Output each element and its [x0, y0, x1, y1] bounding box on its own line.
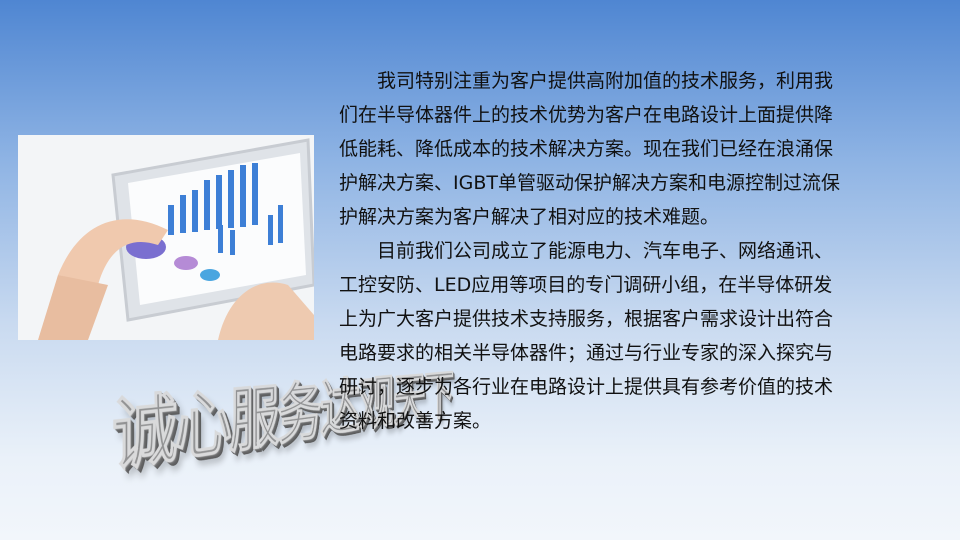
text-line: 目前我们公司成立了能源电力、汽车电子、网络通讯、 — [339, 234, 899, 268]
text-line: 们在半导体器件上的技术优势为客户在电路设计上面提供降 — [339, 98, 899, 132]
text-line: 护解决方案、IGBT单管驱动保护解决方案和电源控制过流保 — [339, 166, 899, 200]
text-line: 我司特别注重为客户提供高附加值的技术服务，利用我 — [339, 64, 899, 98]
text-line: 护解决方案为客户解决了相对应的技术难题。 — [339, 200, 899, 234]
text-line: 资料和改善方案。 — [339, 404, 899, 438]
paragraph-2: 目前我们公司成立了能源电力、汽车电子、网络通讯、 工控安防、LED应用等项目的专… — [339, 234, 899, 438]
body-text: 我司特别注重为客户提供高附加值的技术服务，利用我 们在半导体器件上的技术优势为客… — [339, 64, 899, 438]
tablet-chart-photo — [18, 135, 314, 340]
text-line: 工控安防、LED应用等项目的专门调研小组，在半导体研发 — [339, 268, 899, 302]
text-line: 上为广大客户提供技术支持服务，根据客户需求设计出符合 — [339, 302, 899, 336]
text-line: 研讨，逐步为各行业在电路设计上提供具有参考价值的技术 — [339, 370, 899, 404]
paragraph-1: 我司特别注重为客户提供高附加值的技术服务，利用我 们在半导体器件上的技术优势为客… — [339, 64, 899, 234]
text-line: 电路要求的相关半导体器件；通过与行业专家的深入探究与 — [339, 336, 899, 370]
text-line: 低能耗、降低成本的技术解决方案。现在我们已经在浪涌保 — [339, 132, 899, 166]
